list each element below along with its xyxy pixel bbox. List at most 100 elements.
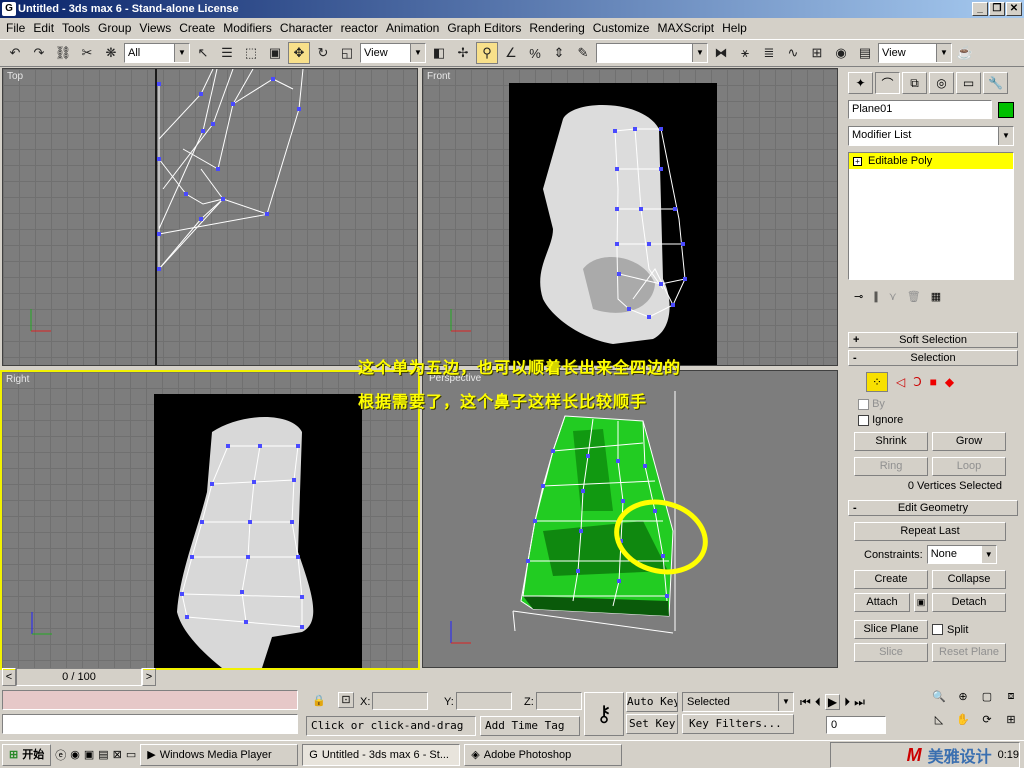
ignore-checkbox[interactable] <box>858 414 869 426</box>
select-move-icon[interactable]: ✥ <box>288 42 310 64</box>
set-key-button[interactable]: Set Key <box>626 714 678 734</box>
close-button[interactable]: ✕ <box>1006 2 1022 16</box>
redo-icon[interactable]: ↷ <box>28 42 50 64</box>
play-icon[interactable]: ▶ <box>824 694 841 710</box>
goto-start-icon[interactable]: ⏮ <box>800 695 811 710</box>
ring-button[interactable]: Ring <box>854 457 928 476</box>
material-editor-icon[interactable]: ◉ <box>830 42 852 64</box>
absolute-mode-icon[interactable]: ⊡ <box>338 692 354 708</box>
render-type-dropdown[interactable]: View ▼ <box>878 43 952 63</box>
quicklaunch-app-icon[interactable]: ▣ <box>84 748 94 761</box>
snap-toggle-icon[interactable]: ⚲ <box>476 42 498 64</box>
quicklaunch-excel-icon[interactable]: ⊠ <box>113 748 122 761</box>
app-icon[interactable]: G <box>2 2 16 16</box>
pin-stack-icon[interactable]: ⊸ <box>854 290 863 303</box>
detach-button[interactable]: Detach <box>932 593 1006 612</box>
quicklaunch-folder-icon[interactable]: ▭ <box>126 748 136 761</box>
goto-end-icon[interactable]: ⏭ <box>854 695 865 710</box>
undo-icon[interactable]: ↶ <box>4 42 26 64</box>
vertex-mode-icon[interactable]: ⁘ <box>866 372 888 392</box>
menu-graph-editors[interactable]: Graph Editors <box>443 21 525 35</box>
slice-button[interactable]: Slice <box>854 643 928 662</box>
expand-icon[interactable]: + <box>853 157 862 166</box>
angle-snap-icon[interactable]: ∠ <box>500 42 522 64</box>
viewport-label-front[interactable]: Front <box>427 71 450 82</box>
shrink-button[interactable]: Shrink <box>854 432 928 451</box>
restore-button[interactable]: ❐ <box>989 2 1005 16</box>
current-frame-field[interactable]: 0 <box>826 716 886 734</box>
menu-create[interactable]: Create <box>175 21 219 35</box>
zoom-icon[interactable]: 🔍 <box>928 690 950 711</box>
next-key-icon[interactable]: ⏵ <box>844 695 850 710</box>
y-coordinate-field[interactable] <box>456 692 512 710</box>
menu-group[interactable]: Group <box>94 21 135 35</box>
align-icon[interactable]: ⚹ <box>734 42 756 64</box>
named-selection-dropdown[interactable]: ▼ <box>596 43 708 63</box>
menu-customize[interactable]: Customize <box>589 21 654 35</box>
rect-selection-icon[interactable]: ⬚ <box>240 42 262 64</box>
viewport-top[interactable]: Top <box>2 68 418 366</box>
create-tab-icon[interactable]: ✦ <box>848 72 873 94</box>
show-end-result-icon[interactable]: ∥ <box>873 290 879 303</box>
constraints-dropdown[interactable]: None ▼ <box>926 545 997 564</box>
border-mode-icon[interactable]: Ↄ <box>913 375 921 389</box>
viewport-right[interactable]: Right <box>0 370 420 670</box>
select-manipulate-icon[interactable]: ✢ <box>452 42 474 64</box>
slice-plane-button[interactable]: Slice Plane <box>854 620 928 639</box>
frame-counter[interactable]: 0 / 100 <box>16 668 142 686</box>
quick-render-icon[interactable]: ☕ <box>954 42 976 64</box>
select-scale-icon[interactable]: ◱ <box>336 42 358 64</box>
selection-filter-dropdown[interactable]: All ▼ <box>124 43 190 63</box>
prev-key-icon[interactable]: ⏴ <box>815 695 821 710</box>
select-rotate-icon[interactable]: ↻ <box>312 42 334 64</box>
selection-rollout[interactable]: - Selection <box>848 350 1018 366</box>
z-coordinate-field[interactable] <box>536 692 582 710</box>
zoom-extents-all-icon[interactable]: ⧈ <box>1000 690 1022 711</box>
viewport-label-right[interactable]: Right <box>6 374 29 385</box>
quicklaunch-doc-icon[interactable]: ▤ <box>98 748 108 761</box>
attach-button[interactable]: Attach <box>854 593 910 612</box>
edit-geometry-rollout[interactable]: - Edit Geometry <box>848 500 1018 516</box>
zoom-extents-icon[interactable]: ▢ <box>976 690 998 711</box>
zoom-all-icon[interactable]: ⊕ <box>952 690 974 711</box>
attach-list-icon[interactable]: ▣ <box>914 593 928 612</box>
mirror-icon[interactable]: ⧓ <box>710 42 732 64</box>
menu-help[interactable]: Help <box>718 21 751 35</box>
menu-maxscript[interactable]: MAXScript <box>653 21 718 35</box>
select-link-icon[interactable]: ⛓ <box>52 42 74 64</box>
hierarchy-tab-icon[interactable]: ⧉ <box>902 72 927 94</box>
object-name-field[interactable]: Plane01 <box>848 100 992 119</box>
display-tab-icon[interactable]: ▭ <box>956 72 981 94</box>
unlink-icon[interactable]: ✂ <box>76 42 98 64</box>
split-checkbox[interactable] <box>932 624 943 635</box>
task-photoshop[interactable]: ◈ Adobe Photoshop <box>464 743 623 766</box>
utilities-tab-icon[interactable]: 🔧 <box>983 72 1008 94</box>
loop-button[interactable]: Loop <box>932 457 1006 476</box>
select-by-name-icon[interactable]: ☰ <box>216 42 238 64</box>
object-color-swatch[interactable] <box>998 102 1014 118</box>
menu-tools[interactable]: Tools <box>58 21 94 35</box>
viewport-front[interactable]: Front <box>422 68 838 366</box>
pivot-center-icon[interactable]: ◧ <box>428 42 450 64</box>
percent-snap-icon[interactable]: % <box>524 42 546 64</box>
add-time-tag-button[interactable]: Add Time Tag <box>480 716 580 736</box>
task-3dsmax[interactable]: G Untitled - 3ds max 6 - St... <box>302 743 461 766</box>
window-crossing-icon[interactable]: ▣ <box>264 42 286 64</box>
fov-icon[interactable]: ◺ <box>928 713 950 734</box>
start-button[interactable]: ⊞ 开始 <box>2 743 52 766</box>
layer-manager-icon[interactable]: ≣ <box>758 42 780 64</box>
render-scene-icon[interactable]: ▤ <box>854 42 876 64</box>
minimize-button[interactable]: _ <box>972 2 988 16</box>
quicklaunch-ie-icon[interactable]: ⓔ <box>55 747 66 763</box>
modify-tab-icon[interactable]: ⌒ <box>875 72 900 94</box>
collapse-button[interactable]: Collapse <box>932 570 1006 589</box>
menu-edit[interactable]: Edit <box>29 21 58 35</box>
select-object-icon[interactable]: ↖ <box>192 42 214 64</box>
menu-character[interactable]: Character <box>276 21 337 35</box>
grow-button[interactable]: Grow <box>932 432 1006 451</box>
modifier-list-dropdown[interactable]: Modifier List ▼ <box>848 126 1014 146</box>
auto-key-button[interactable]: Auto Key <box>626 692 678 712</box>
reset-plane-button[interactable]: Reset Plane <box>932 643 1006 662</box>
x-coordinate-field[interactable] <box>372 692 428 710</box>
spinner-snap-icon[interactable]: ⇕ <box>548 42 570 64</box>
